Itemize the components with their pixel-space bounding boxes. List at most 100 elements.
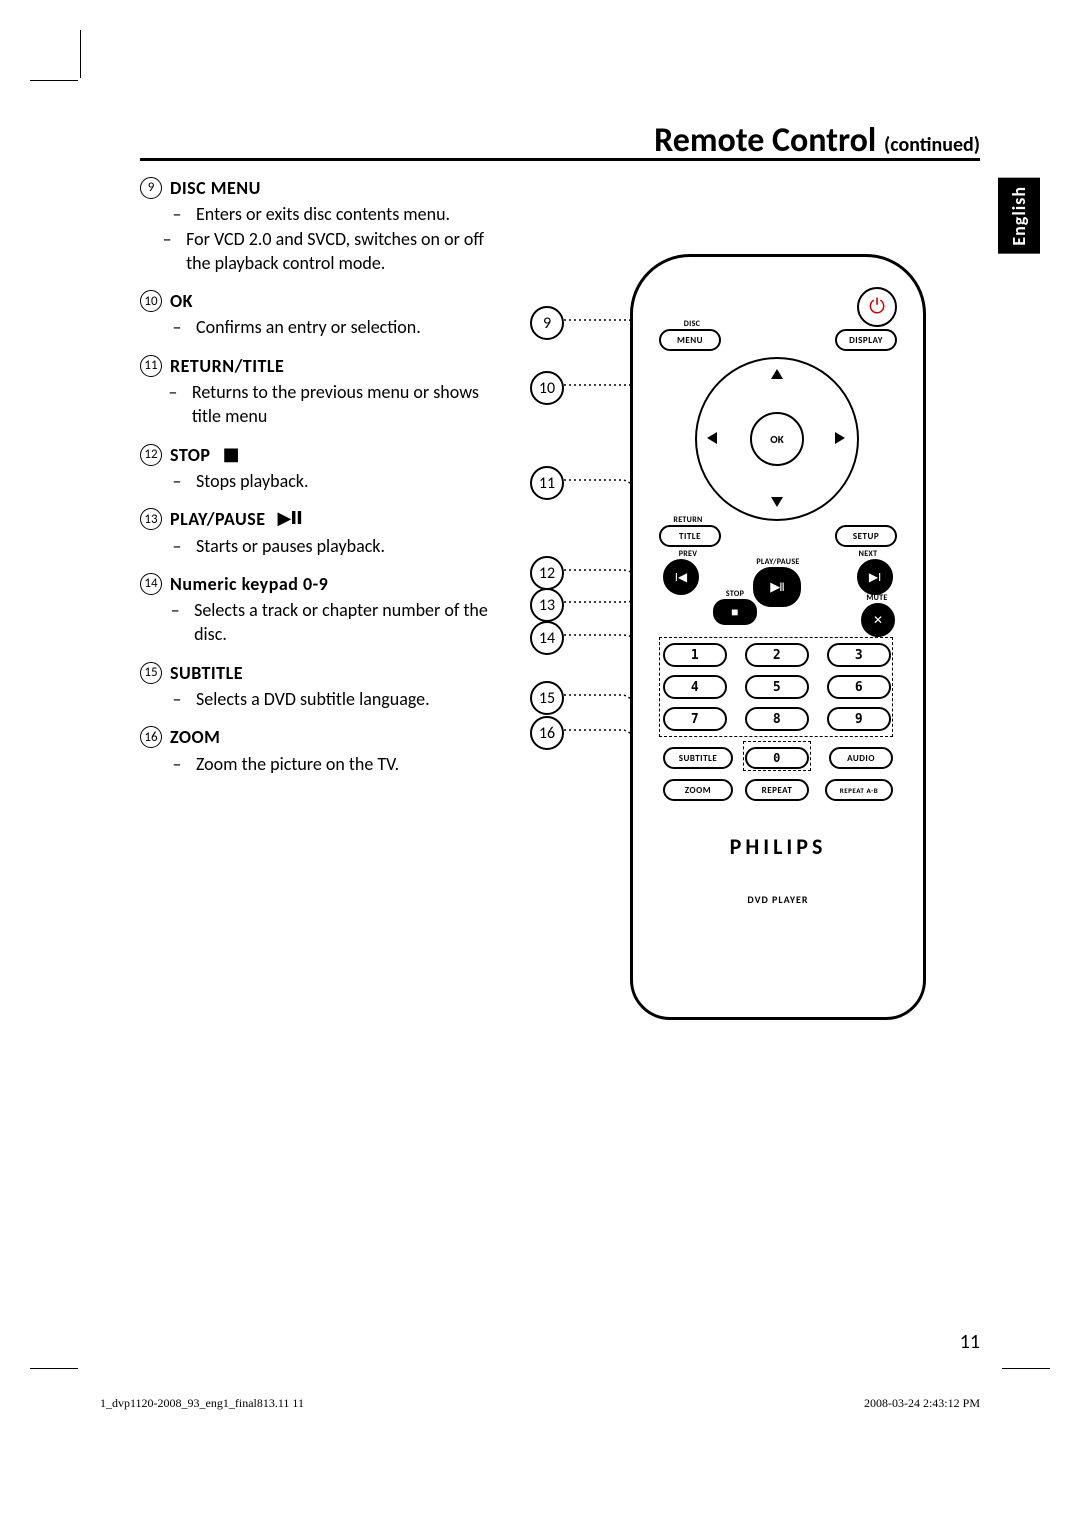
callout-number: 14 [530, 621, 564, 655]
callout-number: 11 [530, 466, 564, 500]
section: 9DISC MENU–Enters or exits disc contents… [140, 176, 500, 275]
dpad-right-icon [835, 432, 845, 444]
crop-mark [1002, 1368, 1050, 1369]
section-title: DISC MENU [170, 176, 261, 200]
remote-diagram: 910111213141516 ⏻ DISC MENU DISPLAY OK [530, 176, 950, 1076]
bullet-text: For VCD 2.0 and SVCD, switches on or off… [186, 227, 500, 276]
bullet-dash: – [168, 534, 186, 558]
section: 10 OK–Confirms an entry or selection. [140, 289, 500, 340]
section-heading: 13PLAY/PAUSE▶II [140, 507, 500, 531]
footer-filename: 1_dvp1120-2008_93_eng1_final813.11 11 [100, 1396, 304, 1411]
bullet-item: –Enters or exits disc contents menu. [168, 202, 450, 226]
descriptions-column: 9DISC MENU–Enters or exits disc contents… [140, 176, 500, 776]
keypad-2: 2 [745, 643, 809, 667]
callout-13: 13 [530, 588, 564, 622]
language-tab: English [998, 178, 1040, 254]
bullet-item: –Returns to the previous menu or shows t… [164, 380, 500, 429]
section-number: 14 [140, 573, 162, 595]
bullet-item: –Selects a DVD subtitle language. [168, 687, 430, 711]
keypad-7: 7 [663, 707, 727, 731]
callout-9: 9 [530, 306, 564, 340]
keypad-1: 1 [663, 643, 727, 667]
stop-label: STOP [715, 589, 755, 599]
section-title: SUBTITLE [170, 661, 243, 685]
keypad-6: 6 [827, 675, 891, 699]
callout-number: 10 [530, 371, 564, 405]
section-title: STOP [170, 443, 211, 467]
repeat-ab-button: REPEAT A-B [825, 779, 893, 801]
section-number: 10 [140, 290, 162, 312]
bullet-item: –Starts or pauses playback. [168, 534, 385, 558]
callout-number: 15 [530, 681, 564, 715]
zoom-button: ZOOM [663, 779, 733, 801]
keypad-5: 5 [745, 675, 809, 699]
prev-label: PREV [659, 549, 717, 559]
section-heading: 14 Numeric keypad 0-9 [140, 572, 500, 596]
callout-15: 15 [530, 681, 564, 715]
zero-button: 0 [745, 747, 809, 769]
callout-number: 16 [530, 716, 564, 750]
next-label: NEXT [839, 549, 897, 559]
remote-outline: ⏻ DISC MENU DISPLAY OK RETURN TITLE [630, 254, 926, 1020]
bullet-text: Starts or pauses playback. [196, 534, 385, 558]
disc-menu-button: MENU [659, 329, 721, 351]
repeat-button: REPEAT [745, 779, 809, 801]
bullet-dash: – [166, 598, 184, 647]
play-pause-button: ▶II [753, 567, 801, 607]
bullet-item: –Stops playback. [168, 469, 309, 493]
section-title: Numeric keypad 0-9 [170, 572, 328, 596]
section-heading: 16ZOOM [140, 725, 500, 749]
crop-mark [80, 30, 81, 78]
bullet-dash: – [168, 469, 186, 493]
callout-14: 14 [530, 621, 564, 655]
section-number: 16 [140, 726, 162, 748]
section-heading: 12STOP■ [140, 443, 500, 467]
bullet-dash: – [168, 687, 186, 711]
callout-number: 13 [530, 588, 564, 622]
title-continued: (continued) [884, 133, 980, 157]
section-symbol-icon: ▶II [278, 507, 302, 531]
callout-number: 12 [530, 556, 564, 590]
dpad-up-icon [771, 369, 783, 379]
bullet-dash: – [168, 202, 186, 226]
disc-label-top: DISC [667, 319, 717, 329]
power-button: ⏻ [857, 287, 897, 327]
section-title: RETURN/TITLE [170, 354, 284, 378]
bullet-item: –For VCD 2.0 and SVCD, switches on or of… [158, 227, 500, 276]
return-label: RETURN [659, 515, 717, 525]
bullet-text: Selects a track or chapter number of the… [194, 598, 500, 647]
title-button: TITLE [659, 525, 721, 547]
bullet-text: Zoom the picture on the TV. [196, 752, 399, 776]
audio-button: AUDIO [829, 747, 893, 769]
section-number: 11 [140, 355, 162, 377]
dpad-down-icon [771, 497, 783, 507]
section: 14 Numeric keypad 0-9–Selects a track or … [140, 572, 500, 647]
section-number: 13 [140, 508, 162, 530]
bullet-dash: – [168, 315, 186, 339]
keypad-3: 3 [827, 643, 891, 667]
page: Remote Control (continued) English 9DISC… [100, 100, 980, 1400]
page-number: 11 [960, 1330, 980, 1354]
prev-button: I◀ [663, 559, 699, 595]
section-heading: 15 SUBTITLE [140, 661, 500, 685]
section-heading: 9 DISC MENU [140, 176, 500, 200]
callout-10: 10 [530, 371, 564, 405]
section: 13PLAY/PAUSE▶II –Starts or pauses playbac… [140, 507, 500, 558]
bullet-text: Confirms an entry or selection. [196, 315, 421, 339]
bullet-dash: – [158, 227, 176, 276]
section: 15 SUBTITLE–Selects a DVD subtitle langua… [140, 661, 500, 712]
content: 9DISC MENU–Enters or exits disc contents… [140, 176, 960, 790]
brand-logo: PHILIPS [633, 833, 923, 860]
bullet-text: Enters or exits disc contents menu. [196, 202, 450, 226]
mute-button: ✕ [861, 603, 895, 637]
section-number: 9 [140, 177, 162, 199]
callout-12: 12 [530, 556, 564, 590]
footer-timestamp: 2008-03-24 2:43:12 PM [864, 1396, 980, 1411]
section-title: OK [170, 289, 193, 313]
section-number: 15 [140, 662, 162, 684]
stop-button: ■ [713, 599, 757, 625]
dpad-left-icon [707, 432, 717, 444]
bullet-item: –Confirms an entry or selection. [168, 315, 421, 339]
bullet-text: Returns to the previous menu or shows ti… [192, 380, 500, 429]
section: 11 RETURN/TITLE–Returns to the previous m… [140, 354, 500, 429]
